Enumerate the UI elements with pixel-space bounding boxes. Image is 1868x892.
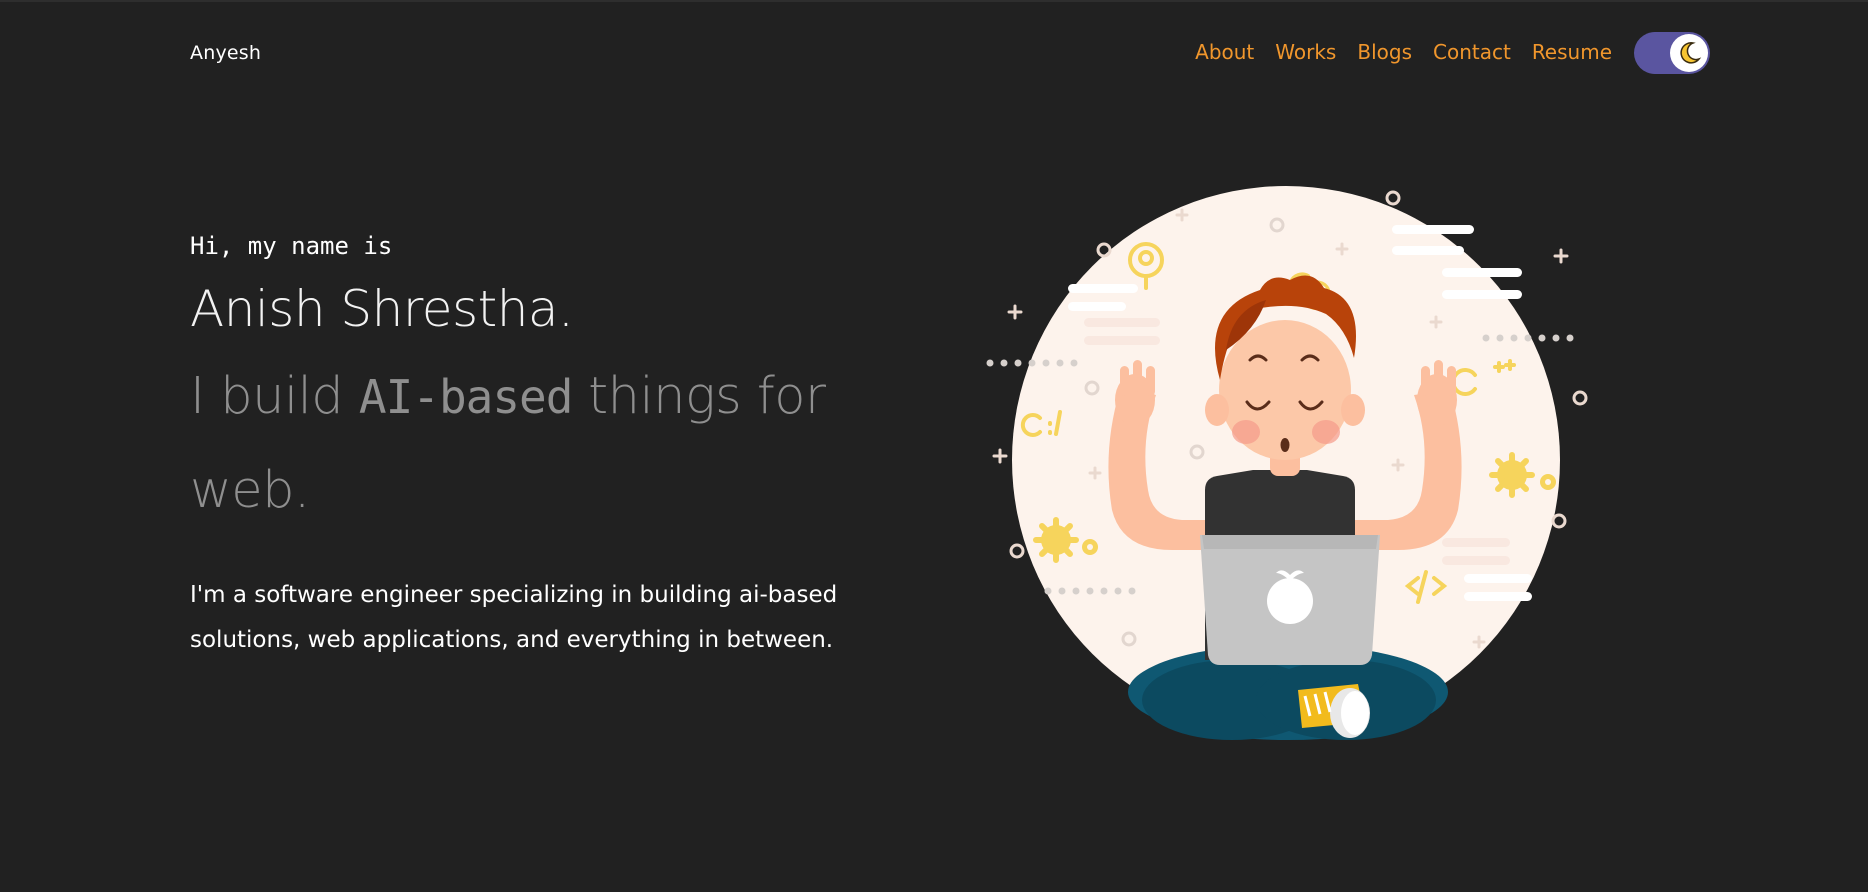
nav-works[interactable]: Works bbox=[1275, 40, 1336, 64]
hero-illustration: @ bbox=[980, 180, 1600, 760]
meditating-developer-image: @ bbox=[986, 186, 1588, 740]
top-border bbox=[0, 0, 1868, 2]
theme-toggle[interactable] bbox=[1634, 32, 1710, 74]
nav-about[interactable]: About bbox=[1195, 40, 1254, 64]
brand-logo[interactable]: Anyesh bbox=[190, 42, 261, 64]
main-nav: About Works Blogs Contact Resume bbox=[1195, 40, 1612, 64]
hero-name: Anish Shrestha. bbox=[190, 280, 574, 338]
toggle-knob bbox=[1670, 34, 1708, 72]
nav-blogs[interactable]: Blogs bbox=[1357, 40, 1412, 64]
hero-section: Hi, my name is Anish Shrestha. I build A… bbox=[190, 232, 880, 663]
moon-icon bbox=[1680, 42, 1702, 64]
tagline-highlight: AI-based bbox=[358, 370, 574, 424]
greeting-text: Hi, my name is bbox=[190, 232, 393, 260]
tagline-prefix: I build bbox=[190, 367, 359, 426]
hero-description: I'm a software engineer specializing in … bbox=[190, 582, 838, 653]
hero-tagline: I build AI-based things for web. bbox=[190, 350, 880, 537]
nav-resume[interactable]: Resume bbox=[1532, 40, 1612, 64]
nav-contact[interactable]: Contact bbox=[1433, 40, 1511, 64]
site-header: Anyesh About Works Blogs Contact Resume bbox=[190, 30, 1710, 75]
